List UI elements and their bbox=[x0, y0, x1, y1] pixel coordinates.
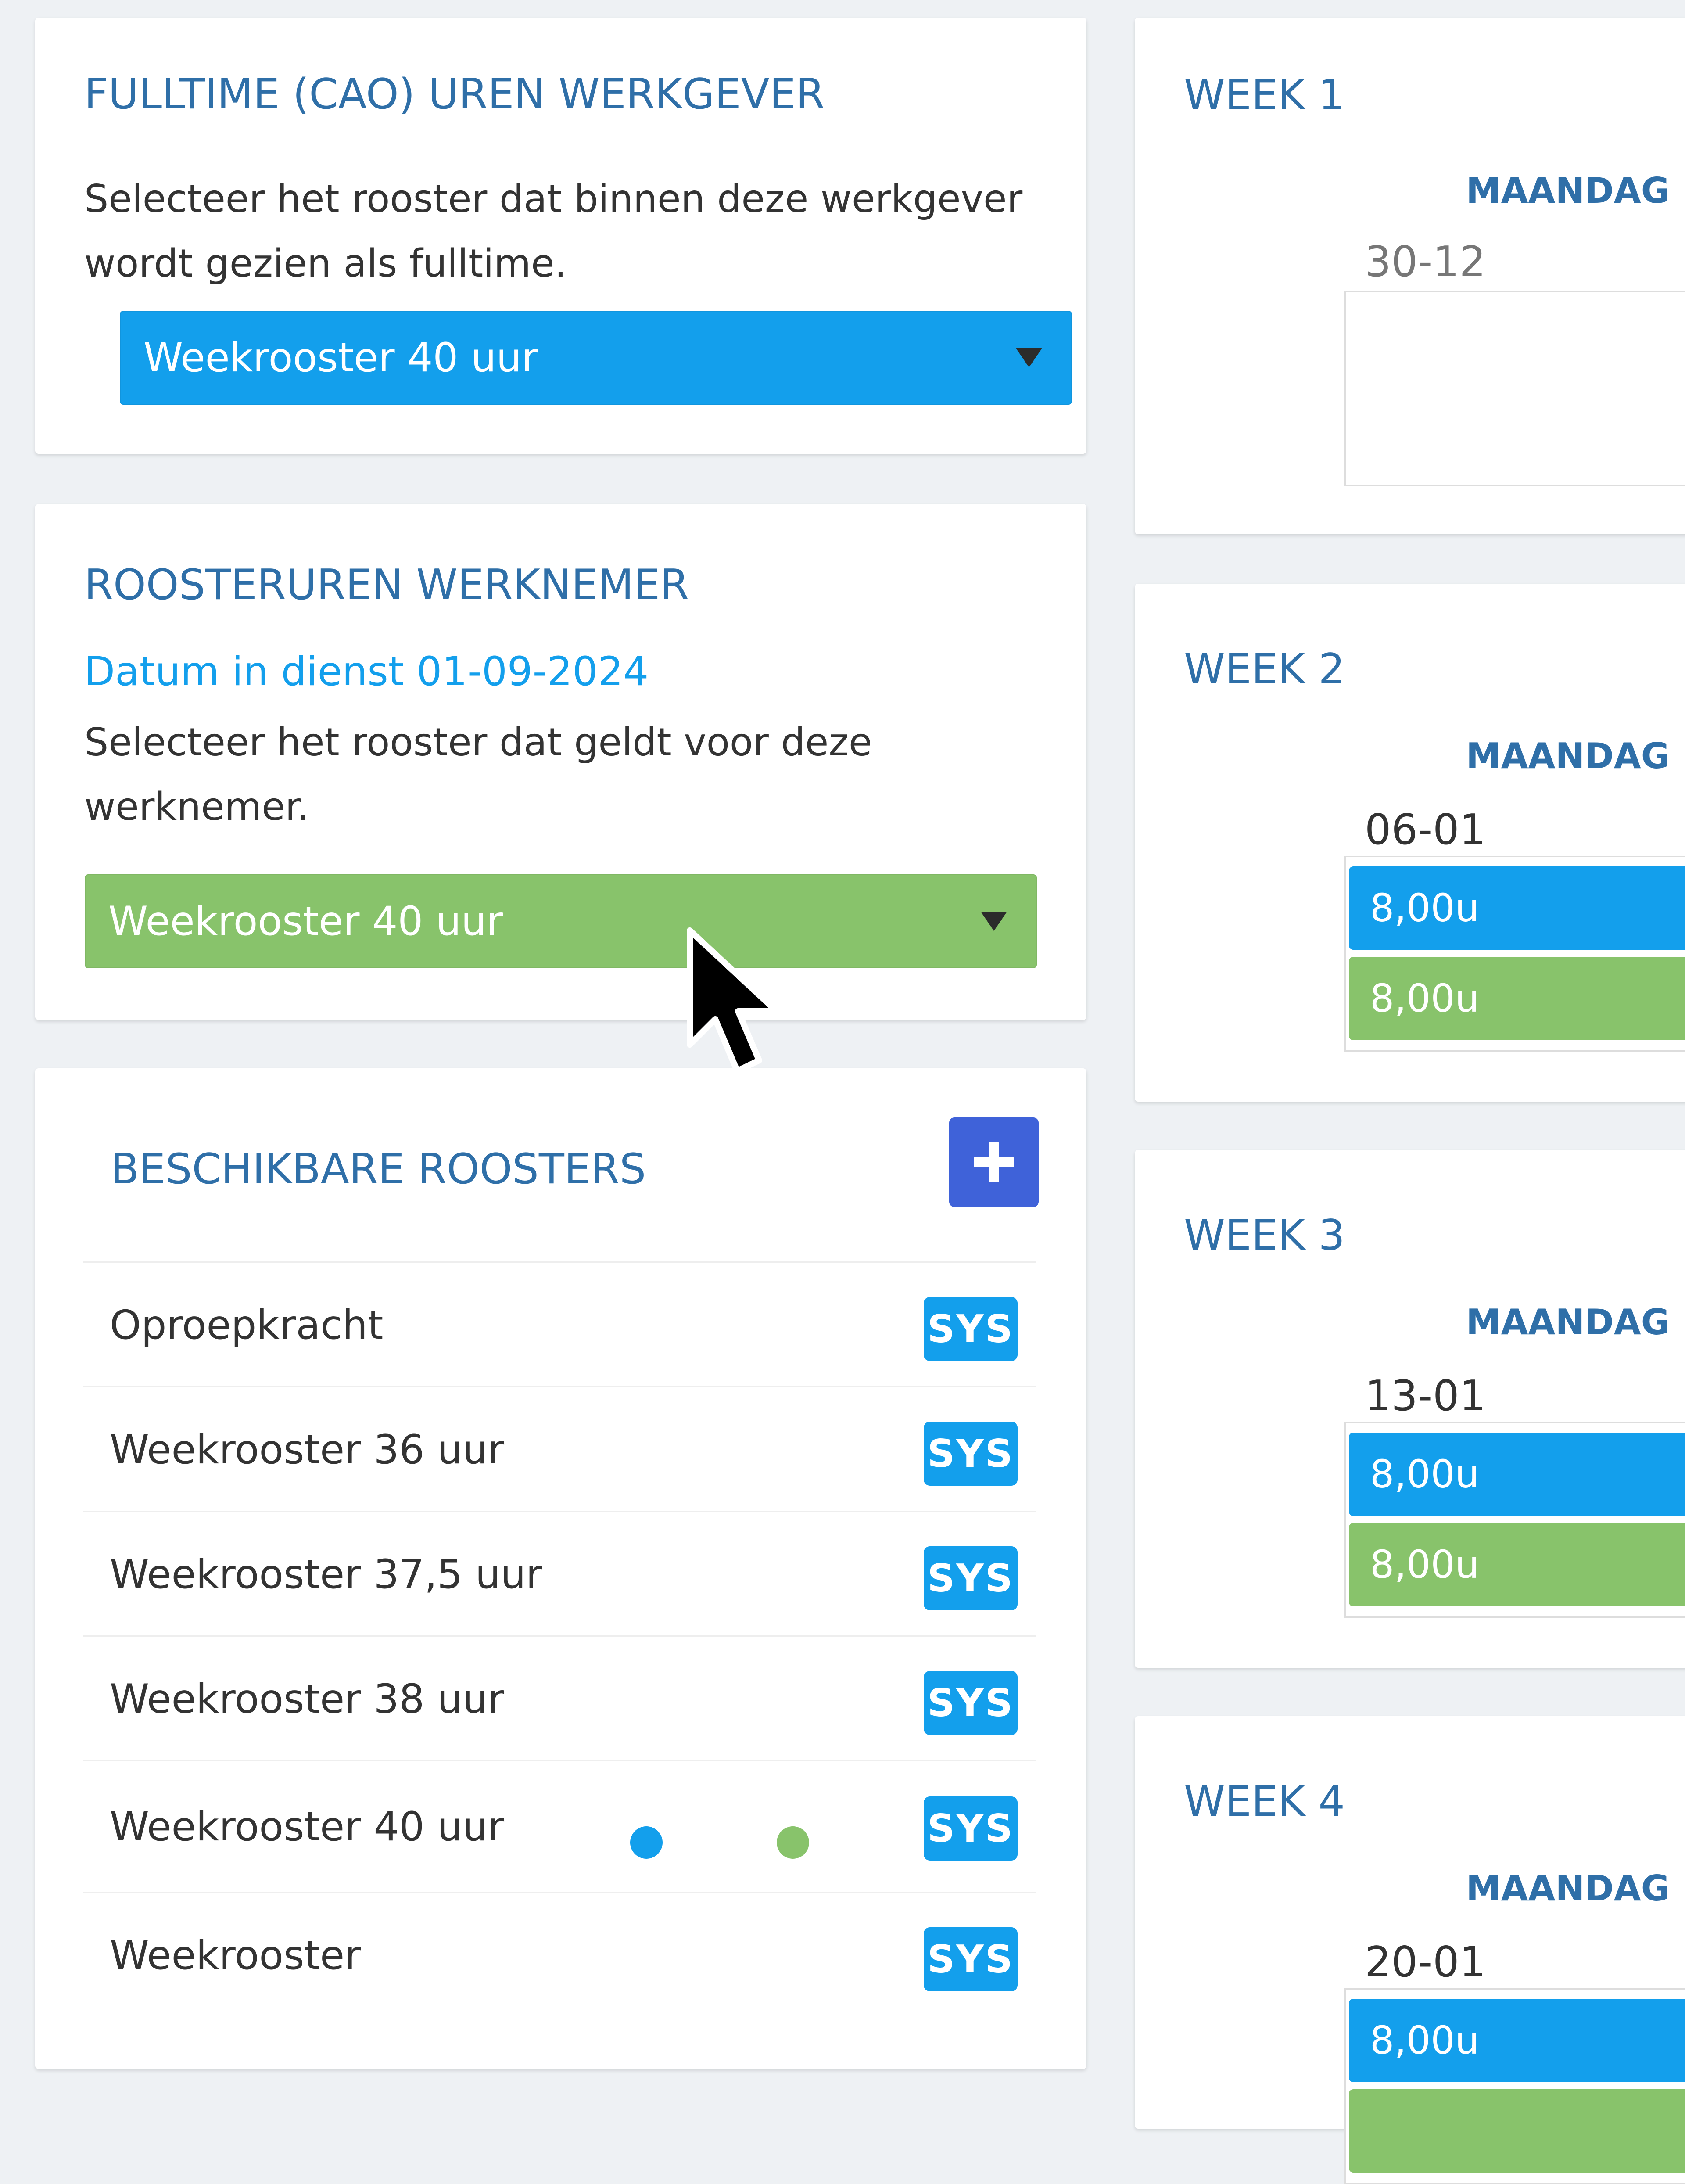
list-item[interactable]: Oproepkracht SYS bbox=[83, 1261, 1036, 1388]
week-card-3: WEEK 3 MAANDAG 13-01 8,00u 8,00u bbox=[1135, 1150, 1685, 1668]
list-item[interactable]: Weekrooster 36 uur SYS bbox=[83, 1386, 1036, 1512]
week-title: WEEK 2 bbox=[1184, 645, 1345, 693]
day-date: 20-01 bbox=[1365, 1938, 1486, 1986]
fulltime-roster-select[interactable]: Weekrooster 40 uur bbox=[120, 311, 1072, 405]
add-roster-button[interactable] bbox=[949, 1117, 1039, 1207]
chevron-down-icon bbox=[981, 912, 1007, 931]
fulltime-description: Selecteer het rooster dat binnen deze we… bbox=[84, 176, 1023, 286]
fulltime-hours-block[interactable]: 8,00u bbox=[1349, 1433, 1685, 1516]
sys-badge: SYS bbox=[924, 1796, 1018, 1861]
fulltime-title: FULLTIME (CAO) UREN WERKGEVER bbox=[84, 70, 825, 119]
day-header: MAANDAG bbox=[1466, 1868, 1670, 1909]
chevron-down-icon bbox=[1016, 348, 1042, 367]
employee-roster-select[interactable]: Weekrooster 40 uur bbox=[85, 874, 1037, 968]
roster-label: Weekrooster 37,5 uur bbox=[110, 1552, 542, 1598]
employee-title: ROOSTERUREN WERKNEMER bbox=[84, 561, 689, 609]
employee-indicator-dot bbox=[777, 1826, 809, 1859]
employee-description: Selecteer het rooster dat geldt voor dez… bbox=[84, 720, 872, 829]
roster-label: Weekrooster bbox=[110, 1933, 361, 1979]
list-item[interactable]: Weekrooster 40 uur SYS bbox=[83, 1760, 1036, 1893]
employee-selected-value: Weekrooster 40 uur bbox=[108, 898, 503, 945]
sys-badge: SYS bbox=[924, 1546, 1018, 1610]
day-cell[interactable] bbox=[1344, 291, 1685, 486]
employee-hours-block[interactable]: 8,00u bbox=[1349, 1523, 1685, 1606]
fulltime-selected-value: Weekrooster 40 uur bbox=[143, 334, 538, 381]
week-card-2: WEEK 2 MAANDAG 06-01 8,00u 8,00u bbox=[1135, 584, 1685, 1102]
sys-badge: SYS bbox=[924, 1927, 1018, 1991]
roster-label: Weekrooster 36 uur bbox=[110, 1427, 504, 1473]
week-title: WEEK 1 bbox=[1184, 71, 1345, 119]
list-item[interactable]: Weekrooster 37,5 uur SYS bbox=[83, 1511, 1036, 1637]
week-card-4: WEEK 4 MAANDAG 20-01 8,00u bbox=[1135, 1716, 1685, 2184]
start-date-label: Datum in dienst 01-09-2024 bbox=[84, 649, 649, 695]
day-header: MAANDAG bbox=[1466, 736, 1670, 776]
day-header: MAANDAG bbox=[1466, 1302, 1670, 1343]
day-header: MAANDAG bbox=[1466, 170, 1670, 211]
employee-card: ROOSTERUREN WERKNEMER Datum in dienst 01… bbox=[35, 504, 1086, 1020]
sys-badge: SYS bbox=[924, 1297, 1018, 1361]
fulltime-hours-block[interactable]: 8,00u bbox=[1349, 1999, 1685, 2082]
available-title: BESCHIKBARE ROOSTERS bbox=[111, 1145, 646, 1193]
sys-badge: SYS bbox=[924, 1671, 1018, 1735]
roster-label: Weekrooster 40 uur bbox=[110, 1804, 504, 1850]
week-title: WEEK 4 bbox=[1184, 1778, 1345, 1826]
roster-label: Oproepkracht bbox=[110, 1302, 384, 1348]
day-date: 06-01 bbox=[1365, 806, 1486, 854]
day-date: 13-01 bbox=[1365, 1372, 1486, 1420]
fulltime-card: FULLTIME (CAO) UREN WERKGEVER Selecteer … bbox=[35, 18, 1086, 454]
employee-hours-block[interactable]: 8,00u bbox=[1349, 957, 1685, 1040]
roster-label: Weekrooster 38 uur bbox=[110, 1676, 504, 1722]
fulltime-indicator-dot bbox=[630, 1826, 663, 1859]
sys-badge: SYS bbox=[924, 1422, 1018, 1486]
fulltime-hours-block[interactable]: 8,00u bbox=[1349, 866, 1685, 950]
week-title: WEEK 3 bbox=[1184, 1211, 1345, 1260]
employee-hours-block[interactable] bbox=[1349, 2089, 1685, 2173]
week-card-1: WEEK 1 MAANDAG 30-12 bbox=[1135, 18, 1685, 534]
list-item[interactable]: Weekrooster SYS bbox=[83, 1892, 1036, 2018]
plus-icon bbox=[974, 1142, 1014, 1182]
mouse-cursor-icon bbox=[687, 927, 780, 1074]
list-item[interactable]: Weekrooster 38 uur SYS bbox=[83, 1635, 1036, 1762]
day-date: 30-12 bbox=[1365, 238, 1486, 286]
